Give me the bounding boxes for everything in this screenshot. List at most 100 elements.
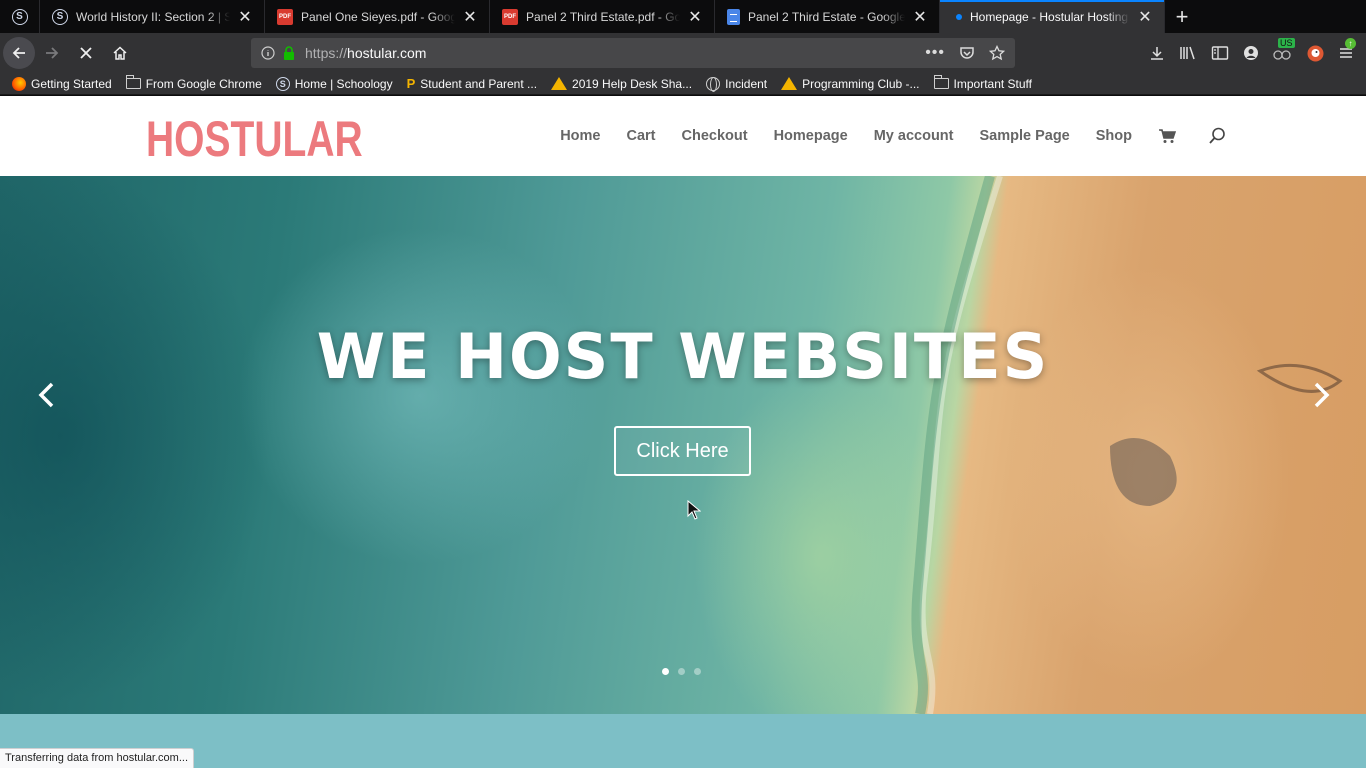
- url-host: hostular.com: [347, 45, 427, 61]
- status-bar: Transferring data from hostular.com...: [0, 748, 194, 768]
- close-tab-icon[interactable]: ✕: [238, 7, 252, 27]
- section-band: [0, 714, 1366, 768]
- tab-title: Panel 2 Third Estate - Google D: [748, 9, 905, 24]
- pinned-tab-schoology[interactable]: S: [0, 0, 40, 33]
- menu-item-shop[interactable]: Shop: [1096, 128, 1132, 144]
- menu-item-homepage[interactable]: Homepage: [774, 128, 848, 144]
- url-protocol: https://: [305, 45, 348, 61]
- folder-icon: [933, 75, 949, 89]
- bookmark-label: From Google Chrome: [145, 76, 262, 91]
- tab-hostular-homepage[interactable]: Homepage - Hostular Hosting ✕: [940, 0, 1165, 33]
- main-menu: Home Cart Checkout Homepage My account S…: [534, 96, 1226, 176]
- arrow-left-icon: [12, 47, 25, 59]
- close-tab-icon[interactable]: ✕: [1138, 7, 1152, 27]
- powerschool-icon: P: [406, 76, 416, 91]
- tab-title: Homepage - Hostular Hosting: [970, 9, 1129, 24]
- home-icon: [113, 46, 127, 60]
- bookmark-label: 2019 Help Desk Sha...: [572, 76, 693, 91]
- bookmark-label: Programming Club -...: [802, 76, 920, 91]
- back-button[interactable]: [3, 37, 35, 69]
- sidebar-icon[interactable]: [1211, 45, 1229, 61]
- bookmark-home-schoology[interactable]: S Home | Schoology: [275, 76, 393, 91]
- schoology-icon: S: [52, 8, 68, 25]
- tab-world-history[interactable]: S World History II: Section 2 | Sch ✕: [40, 0, 265, 33]
- google-drive-icon: [781, 77, 798, 90]
- web-page: HOSTULAR Home Cart Checkout Homepage My …: [0, 96, 1366, 768]
- navigation-toolbar: https://hostular.com ••• US ↑: [0, 33, 1366, 73]
- schoology-icon: S: [11, 8, 28, 25]
- tab-title: Panel One Sieyes.pdf - Google: [301, 9, 455, 24]
- loading-dot-icon: [956, 13, 962, 20]
- close-tab-icon[interactable]: ✕: [913, 7, 927, 27]
- lock-icon[interactable]: [283, 46, 295, 60]
- extension-us[interactable]: US: [1273, 38, 1295, 62]
- stop-button[interactable]: [69, 36, 103, 70]
- menu-item-checkout[interactable]: Checkout: [682, 128, 748, 144]
- google-drive-icon: [551, 77, 568, 90]
- close-tab-icon[interactable]: ✕: [463, 7, 477, 27]
- bookmark-label: Important Stuff: [953, 76, 1033, 91]
- click-here-button[interactable]: Click Here: [614, 426, 751, 476]
- hero-title: WE HOST WEBSITES: [316, 320, 1050, 393]
- shopping-cart-icon[interactable]: [1158, 128, 1176, 144]
- schoology-icon: S: [275, 76, 290, 91]
- bookmark-label: Getting Started: [31, 76, 112, 91]
- hero-slider: WE HOST WEBSITES Click Here: [0, 176, 1366, 714]
- bookmark-star-icon[interactable]: [989, 45, 1005, 61]
- google-docs-icon: [727, 8, 740, 25]
- slider-dot-2[interactable]: [678, 668, 685, 675]
- menu-item-home[interactable]: Home: [560, 128, 600, 144]
- page-actions-icon[interactable]: •••: [925, 44, 945, 62]
- mouse-cursor-icon: [687, 500, 701, 520]
- pocket-icon[interactable]: [959, 45, 975, 61]
- menu-item-sample-page[interactable]: Sample Page: [979, 128, 1069, 144]
- extension-badge: US: [1278, 38, 1295, 48]
- slider-dot-1[interactable]: [662, 668, 669, 675]
- extension-icon: [1273, 50, 1291, 60]
- bookmark-help-desk[interactable]: 2019 Help Desk Sha...: [551, 77, 692, 91]
- close-tab-icon[interactable]: ✕: [688, 7, 702, 27]
- forward-button[interactable]: [35, 36, 69, 70]
- bookmark-from-google-chrome[interactable]: From Google Chrome: [125, 75, 262, 91]
- toolbar-icons: US ↑: [1149, 33, 1366, 73]
- tab-bar: S S World History II: Section 2 | Sch ✕ …: [0, 0, 1366, 33]
- globe-icon: [706, 76, 721, 92]
- pdf-icon: PDF: [277, 8, 293, 25]
- folder-icon: [125, 75, 141, 89]
- library-icon[interactable]: [1179, 45, 1197, 61]
- bookmark-getting-started[interactable]: Getting Started: [12, 76, 112, 91]
- site-header: HOSTULAR Home Cart Checkout Homepage My …: [0, 96, 1366, 176]
- bookmark-label: Student and Parent ...: [420, 76, 538, 91]
- menu-item-cart[interactable]: Cart: [626, 128, 655, 144]
- search-icon[interactable]: [1208, 127, 1226, 145]
- tab-panel-2-third-estate-pdf[interactable]: PDF Panel 2 Third Estate.pdf - Goog ✕: [490, 0, 715, 33]
- bookmark-student-and-parent[interactable]: P Student and Parent ...: [407, 76, 537, 91]
- tab-panel-one-sieyes[interactable]: PDF Panel One Sieyes.pdf - Google ✕: [265, 0, 490, 33]
- account-icon[interactable]: [1243, 45, 1259, 61]
- stop-icon: [80, 47, 92, 59]
- slider-pagination: [662, 668, 701, 675]
- menu-button[interactable]: ↑: [1338, 38, 1356, 61]
- update-badge-icon: ↑: [1345, 38, 1356, 49]
- tab-title: World History II: Section 2 | Sch: [76, 9, 230, 24]
- bookmark-programming-club[interactable]: Programming Club -...: [781, 76, 920, 91]
- slider-dot-3[interactable]: [694, 668, 701, 675]
- tab-title: Panel 2 Third Estate.pdf - Goog: [526, 9, 680, 24]
- slider-prev-arrow-icon[interactable]: [32, 378, 62, 412]
- bookmark-important-stuff[interactable]: Important Stuff: [933, 75, 1033, 91]
- arrow-right-icon: [46, 47, 59, 59]
- pdf-icon: PDF: [502, 8, 518, 25]
- site-logo[interactable]: HOSTULAR: [146, 110, 363, 168]
- tab-panel-2-third-estate-doc[interactable]: Panel 2 Third Estate - Google D ✕: [715, 0, 940, 33]
- info-icon[interactable]: [261, 46, 275, 60]
- firefox-icon: [12, 76, 26, 91]
- slider-next-arrow-icon[interactable]: [1306, 378, 1336, 412]
- download-icon[interactable]: [1149, 45, 1165, 61]
- address-bar[interactable]: https://hostular.com •••: [251, 38, 1015, 68]
- duckduckgo-icon[interactable]: [1307, 45, 1324, 62]
- bookmark-label: Incident: [725, 76, 768, 91]
- new-tab-button[interactable]: +: [1165, 0, 1199, 33]
- bookmark-incident[interactable]: Incident: [706, 76, 768, 92]
- home-button[interactable]: [103, 36, 137, 70]
- menu-item-my-account[interactable]: My account: [874, 128, 954, 144]
